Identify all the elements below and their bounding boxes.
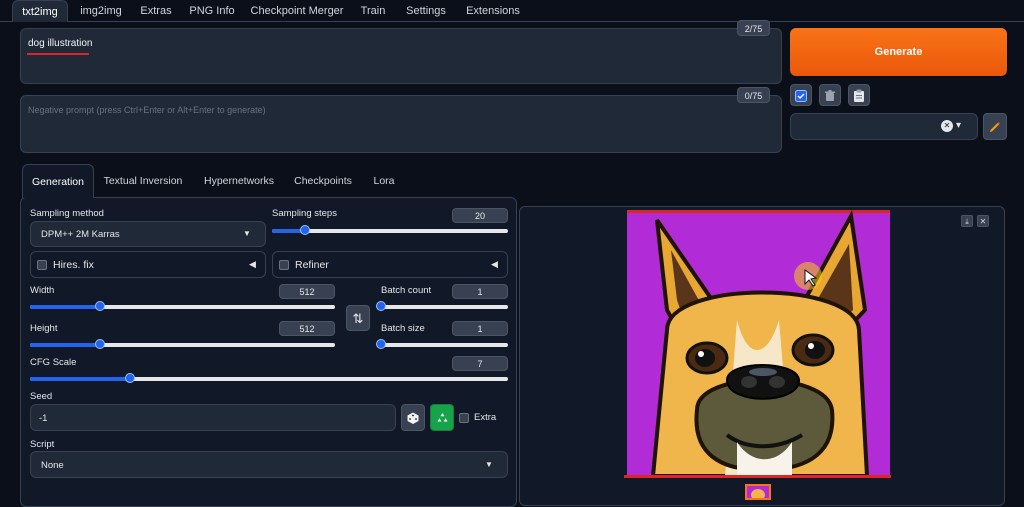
- prompt-textarea[interactable]: dog illustration: [20, 28, 782, 84]
- tab-png-info[interactable]: PNG Info: [184, 0, 240, 22]
- tab-extras[interactable]: Extras: [134, 0, 178, 22]
- height-slider[interactable]: [30, 339, 335, 349]
- image-red-border: [624, 475, 891, 478]
- negative-prompt-textarea[interactable]: Negative prompt (press Ctrl+Enter or Alt…: [20, 95, 782, 153]
- checkbox-icon: [795, 90, 807, 102]
- cfg-scale-input[interactable]: 7: [452, 356, 508, 371]
- clear-prompt-button[interactable]: [819, 84, 841, 106]
- sampling-steps-label: Sampling steps: [272, 208, 337, 219]
- batch-count-slider[interactable]: [376, 301, 508, 311]
- script-value: None: [41, 460, 64, 471]
- tab-hypernetworks[interactable]: Hypernetworks: [198, 164, 280, 198]
- extra-seed-label: Extra: [474, 412, 497, 423]
- batch-size-input[interactable]: 1: [452, 321, 508, 336]
- chevron-down-icon: ▼: [485, 460, 493, 469]
- thumbnail-dog: [751, 489, 765, 501]
- download-icon[interactable]: ⤓: [961, 215, 973, 227]
- checkbox-tool-button[interactable]: [790, 84, 812, 106]
- seed-input[interactable]: -1: [30, 404, 396, 431]
- width-input[interactable]: 512: [279, 284, 335, 299]
- negative-prompt-token-counter: 0/75: [737, 87, 770, 103]
- slider-fill: [30, 305, 101, 309]
- tab-lora[interactable]: Lora: [368, 164, 400, 198]
- tab-generation[interactable]: Generation: [22, 164, 94, 198]
- batch-count-input[interactable]: 1: [452, 284, 508, 299]
- script-label: Script: [30, 439, 55, 450]
- sampling-steps-input[interactable]: 20: [452, 208, 508, 223]
- slider-knob[interactable]: [300, 225, 311, 235]
- collapse-arrow-icon: ◀: [491, 259, 498, 269]
- sampling-method-value: DPM++ 2M Karras: [41, 229, 120, 240]
- reuse-seed-button[interactable]: [430, 404, 454, 431]
- swap-dimensions-button[interactable]: ⇅: [346, 305, 370, 331]
- tab-img2img[interactable]: img2img: [72, 0, 130, 22]
- clear-styles-icon[interactable]: ✕: [941, 120, 953, 132]
- trash-icon: [825, 90, 835, 101]
- slider-fill: [30, 343, 101, 347]
- slider-knob[interactable]: [376, 301, 386, 311]
- dog-illustration: [627, 210, 890, 476]
- width-label: Width: [30, 285, 55, 296]
- tab-txt2img[interactable]: txt2img: [12, 0, 68, 22]
- sampling-method-dropdown[interactable]: DPM++ 2M Karras ▼: [30, 221, 266, 247]
- styles-dropdown[interactable]: ✕ ▾: [790, 113, 978, 140]
- clipboard-icon: [854, 89, 864, 102]
- slider-knob[interactable]: [376, 339, 386, 349]
- batch-size-slider[interactable]: [376, 339, 508, 349]
- height-label: Height: [30, 323, 58, 334]
- refiner-accordion[interactable]: Refiner ◀: [272, 251, 508, 278]
- hires-fix-checkbox[interactable]: [37, 260, 47, 270]
- hires-fix-accordion[interactable]: Hires. fix ◀: [30, 251, 266, 278]
- refiner-checkbox[interactable]: [279, 260, 289, 270]
- width-slider[interactable]: [30, 301, 335, 311]
- hires-fix-label: Hires. fix: [53, 259, 94, 271]
- collapse-arrow-icon: ◀: [249, 259, 256, 269]
- seed-label: Seed: [30, 391, 53, 402]
- settings-subtab-bar: Generation Textual Inversion Hypernetwor…: [20, 164, 620, 198]
- sampling-method-label: Sampling method: [30, 208, 104, 219]
- refiner-label: Refiner: [295, 259, 329, 271]
- gallery-thumbnail[interactable]: [745, 484, 771, 501]
- tab-train[interactable]: Train: [354, 0, 392, 22]
- recycle-icon: [437, 413, 447, 422]
- tab-textual-inversion[interactable]: Textual Inversion: [100, 164, 186, 198]
- seed-value: -1: [39, 413, 48, 424]
- slider-fill: [30, 377, 131, 381]
- prompt-text: dog illustration: [28, 38, 93, 49]
- height-input[interactable]: 512: [279, 321, 335, 336]
- tab-checkpoints[interactable]: Checkpoints: [290, 164, 356, 198]
- generate-button[interactable]: Generate: [790, 28, 1007, 76]
- random-seed-button[interactable]: [401, 404, 425, 431]
- sampling-steps-slider[interactable]: [272, 225, 508, 235]
- pencil-icon: [990, 122, 1000, 132]
- negative-prompt-placeholder: Negative prompt (press Ctrl+Enter or Alt…: [28, 105, 266, 115]
- generated-image[interactable]: [627, 210, 890, 476]
- close-icon[interactable]: ✕: [977, 215, 989, 227]
- cfg-scale-slider[interactable]: [30, 373, 508, 383]
- dice-icon: [407, 412, 419, 424]
- batch-count-label: Batch count: [381, 285, 432, 296]
- swap-icon: ⇅: [352, 311, 364, 326]
- tab-checkpoint-merger[interactable]: Checkpoint Merger: [246, 0, 348, 22]
- edit-styles-button[interactable]: [983, 113, 1007, 140]
- top-tab-bar: txt2img img2img Extras PNG Info Checkpoi…: [0, 0, 1024, 22]
- prompt-token-counter: 2/75: [737, 20, 770, 36]
- extra-seed-checkbox[interactable]: [459, 413, 469, 423]
- script-dropdown[interactable]: None ▼: [30, 451, 508, 478]
- cfg-scale-label: CFG Scale: [30, 357, 77, 368]
- batch-size-label: Batch size: [381, 323, 425, 334]
- paste-button[interactable]: [848, 84, 870, 106]
- tab-settings[interactable]: Settings: [398, 0, 454, 22]
- tab-extensions[interactable]: Extensions: [460, 0, 526, 22]
- chevron-down-icon: ▾: [956, 120, 962, 131]
- spellcheck-underline: [27, 53, 89, 55]
- chevron-down-icon: ▼: [243, 229, 251, 238]
